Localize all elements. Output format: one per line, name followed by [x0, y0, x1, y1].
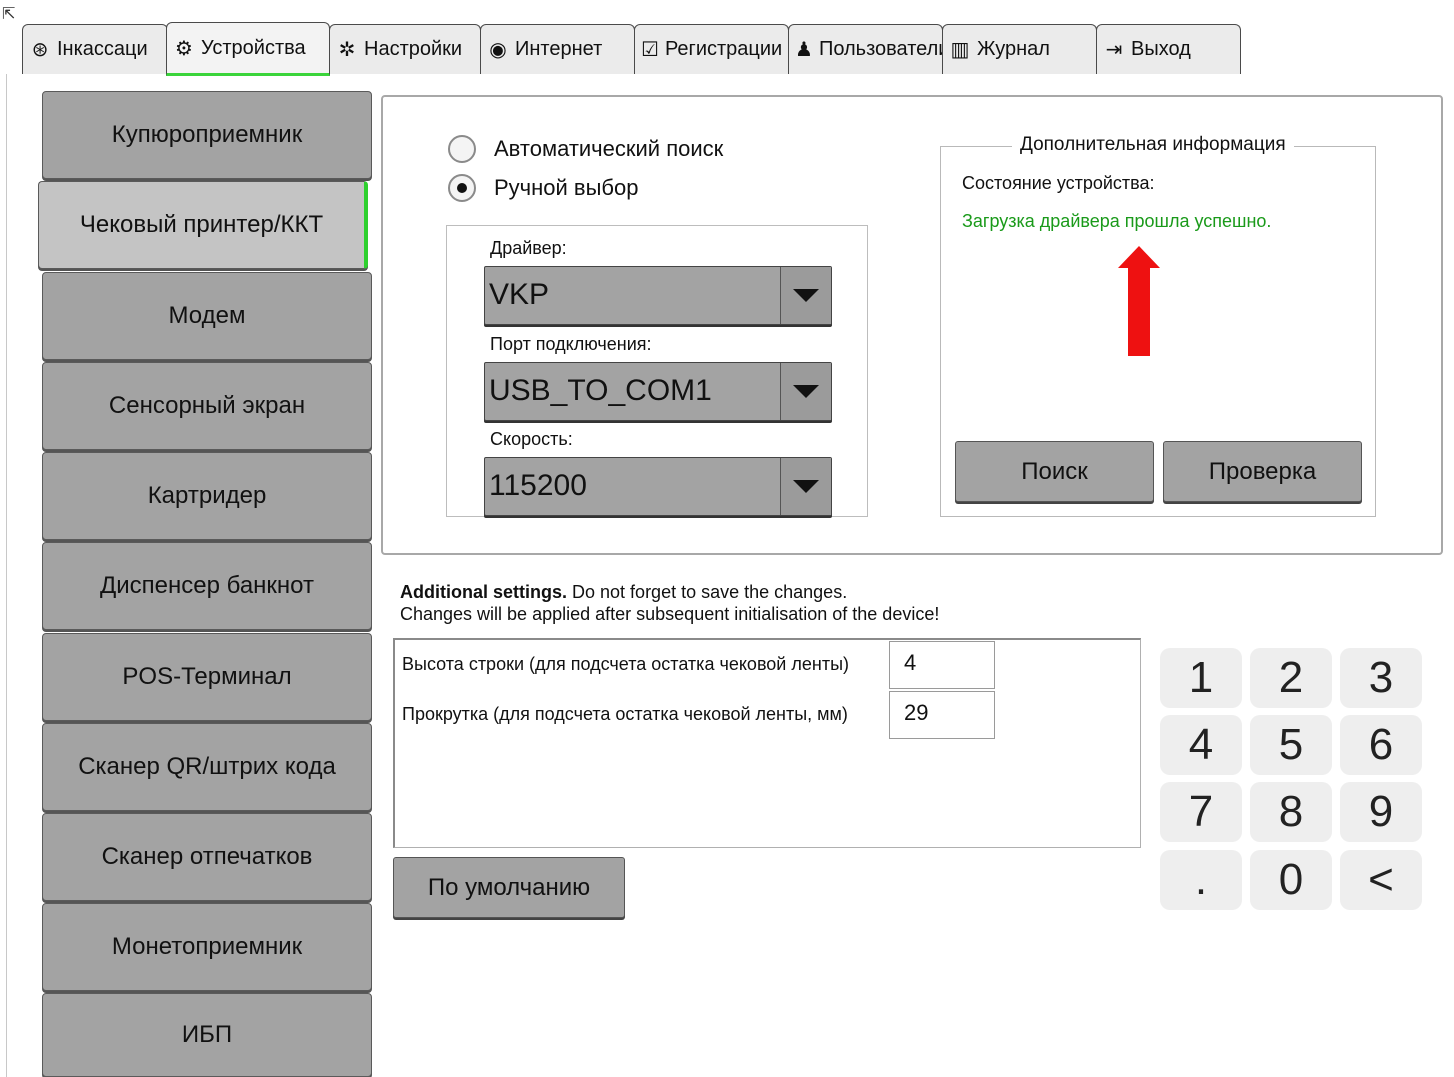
device-pos-terminal-button[interactable]: POS-Терминал — [42, 633, 372, 721]
keypad-key-6[interactable]: 6 — [1340, 715, 1422, 775]
device-touchscreen-button[interactable]: Сенсорный экран — [42, 362, 372, 450]
speed-value: 115200 — [489, 469, 587, 502]
tab-label: Устройства — [201, 36, 306, 59]
tab-label: Журнал — [977, 38, 1050, 60]
keypad-key-1[interactable]: 1 — [1160, 648, 1242, 708]
books-icon: ▥ — [950, 39, 970, 61]
tab-devices[interactable]: ⚙ Устройства — [166, 22, 330, 76]
chevron-down-icon[interactable] — [780, 363, 831, 420]
tab-users[interactable]: ♟ Пользователи — [788, 24, 943, 74]
chevron-down-icon[interactable] — [780, 267, 831, 324]
auto-search-label: Автоматический поиск — [494, 136, 724, 161]
keypad-key-2[interactable]: 2 — [1250, 648, 1332, 708]
red-arrow-shaft — [1128, 266, 1150, 356]
line-height-label: Высота строки (для подсчета остатка чеко… — [402, 654, 849, 674]
keypad-key-9[interactable]: 9 — [1340, 782, 1422, 842]
additional-settings-note: Additional settings. Do not forget to sa… — [400, 581, 939, 625]
clipboard-check-icon: ☑ — [641, 39, 659, 61]
keypad-key-7[interactable]: 7 — [1160, 782, 1242, 842]
tab-journal[interactable]: ▥ Журнал — [942, 24, 1097, 74]
speed-label: Скорость: — [490, 429, 573, 449]
driver-select[interactable]: VKP — [484, 266, 832, 325]
additional-settings-hint: Do not forget to save the changes. — [567, 582, 848, 602]
device-ups-button[interactable]: ИБП — [42, 993, 372, 1077]
device-state-message: Загрузка драйвера прошла успешно. — [962, 211, 1272, 231]
driver-value: VKP — [489, 278, 550, 311]
keypad-key-dot[interactable]: . — [1160, 850, 1242, 910]
users-icon: ♟ — [795, 39, 813, 61]
scroll-input[interactable]: 29 — [889, 691, 995, 739]
manual-select-radio[interactable]: Ручной выбор — [448, 174, 639, 202]
device-state-label: Состояние устройства: — [962, 173, 1155, 193]
scroll-label: Прокрутка (для подсчета остатка чековой … — [402, 704, 848, 724]
device-cardreader-button[interactable]: Картридер — [42, 452, 372, 540]
keypad-key-backspace[interactable]: < — [1340, 850, 1422, 910]
mouse-cursor-icon: ⇱ — [2, 6, 16, 23]
manual-select-label: Ручной выбор — [494, 175, 639, 200]
tab-settings[interactable]: ✲ Настройки — [329, 24, 481, 74]
keypad-key-0[interactable]: 0 — [1250, 850, 1332, 910]
keypad-key-4[interactable]: 4 — [1160, 715, 1242, 775]
keypad-key-8[interactable]: 8 — [1250, 782, 1332, 842]
exit-icon: ⇥ — [1105, 39, 1123, 61]
keypad-key-5[interactable]: 5 — [1250, 715, 1332, 775]
tab-label: Выход — [1131, 38, 1191, 60]
red-arrow-up-icon — [1118, 246, 1160, 268]
port-value: USB_TO_COM1 — [489, 374, 712, 407]
dollar-circle-icon: ⊛ — [31, 39, 49, 61]
tab-label: Інкассаци — [57, 38, 148, 60]
tab-label: Интернет — [515, 38, 603, 60]
tab-exit[interactable]: ⇥ Выход — [1096, 24, 1241, 74]
tab-internet[interactable]: ◉ Интернет — [480, 24, 635, 74]
port-select[interactable]: USB_TO_COM1 — [484, 362, 832, 421]
gear-icon: ✲ — [338, 39, 356, 61]
tab-label: Настройки — [364, 38, 463, 60]
device-modem-button[interactable]: Модем — [42, 272, 372, 360]
antenna-icon: ◉ — [489, 39, 507, 61]
additional-settings-line2: Changes will be applied after subsequent… — [400, 604, 940, 624]
line-height-input[interactable]: 4 — [889, 641, 995, 689]
device-qr-scanner-button[interactable]: Сканер QR/штрих кода — [42, 723, 372, 811]
speed-select[interactable]: 115200 — [484, 457, 832, 516]
device-bill-acceptor-button[interactable]: Купюроприемник — [42, 91, 372, 179]
radio-checked-icon — [448, 174, 476, 202]
gears-icon: ⚙ — [175, 37, 193, 60]
tab-incassation[interactable]: ⊛ Інкассаци — [22, 24, 168, 74]
auto-search-radio[interactable]: Автоматический поиск — [448, 135, 723, 163]
tab-label: Регистрации — [664, 38, 783, 60]
default-button[interactable]: По умолчанию — [393, 857, 625, 918]
search-button[interactable]: Поиск — [955, 441, 1154, 502]
port-label: Порт подключения: — [490, 334, 652, 354]
driver-label: Драйвер: — [490, 238, 567, 258]
keypad-key-3[interactable]: 3 — [1340, 648, 1422, 708]
additional-settings-title: Additional settings. — [400, 582, 568, 602]
tab-registration[interactable]: ☑ Регистрации — [634, 24, 789, 74]
device-receipt-printer-button[interactable]: Чековый принтер/ККТ — [38, 181, 368, 269]
device-coin-acceptor-button[interactable]: Монетоприемник — [42, 903, 372, 991]
additional-info-legend: Дополнительная информация — [1012, 134, 1294, 156]
radio-unchecked-icon — [448, 135, 476, 163]
tab-label: Пользователи — [818, 38, 943, 60]
check-button[interactable]: Проверка — [1163, 441, 1362, 502]
device-dispenser-button[interactable]: Диспенсер банкнот — [42, 542, 372, 630]
chevron-down-icon[interactable] — [780, 458, 831, 515]
device-fingerprint-scanner-button[interactable]: Сканер отпечатков — [42, 813, 372, 901]
